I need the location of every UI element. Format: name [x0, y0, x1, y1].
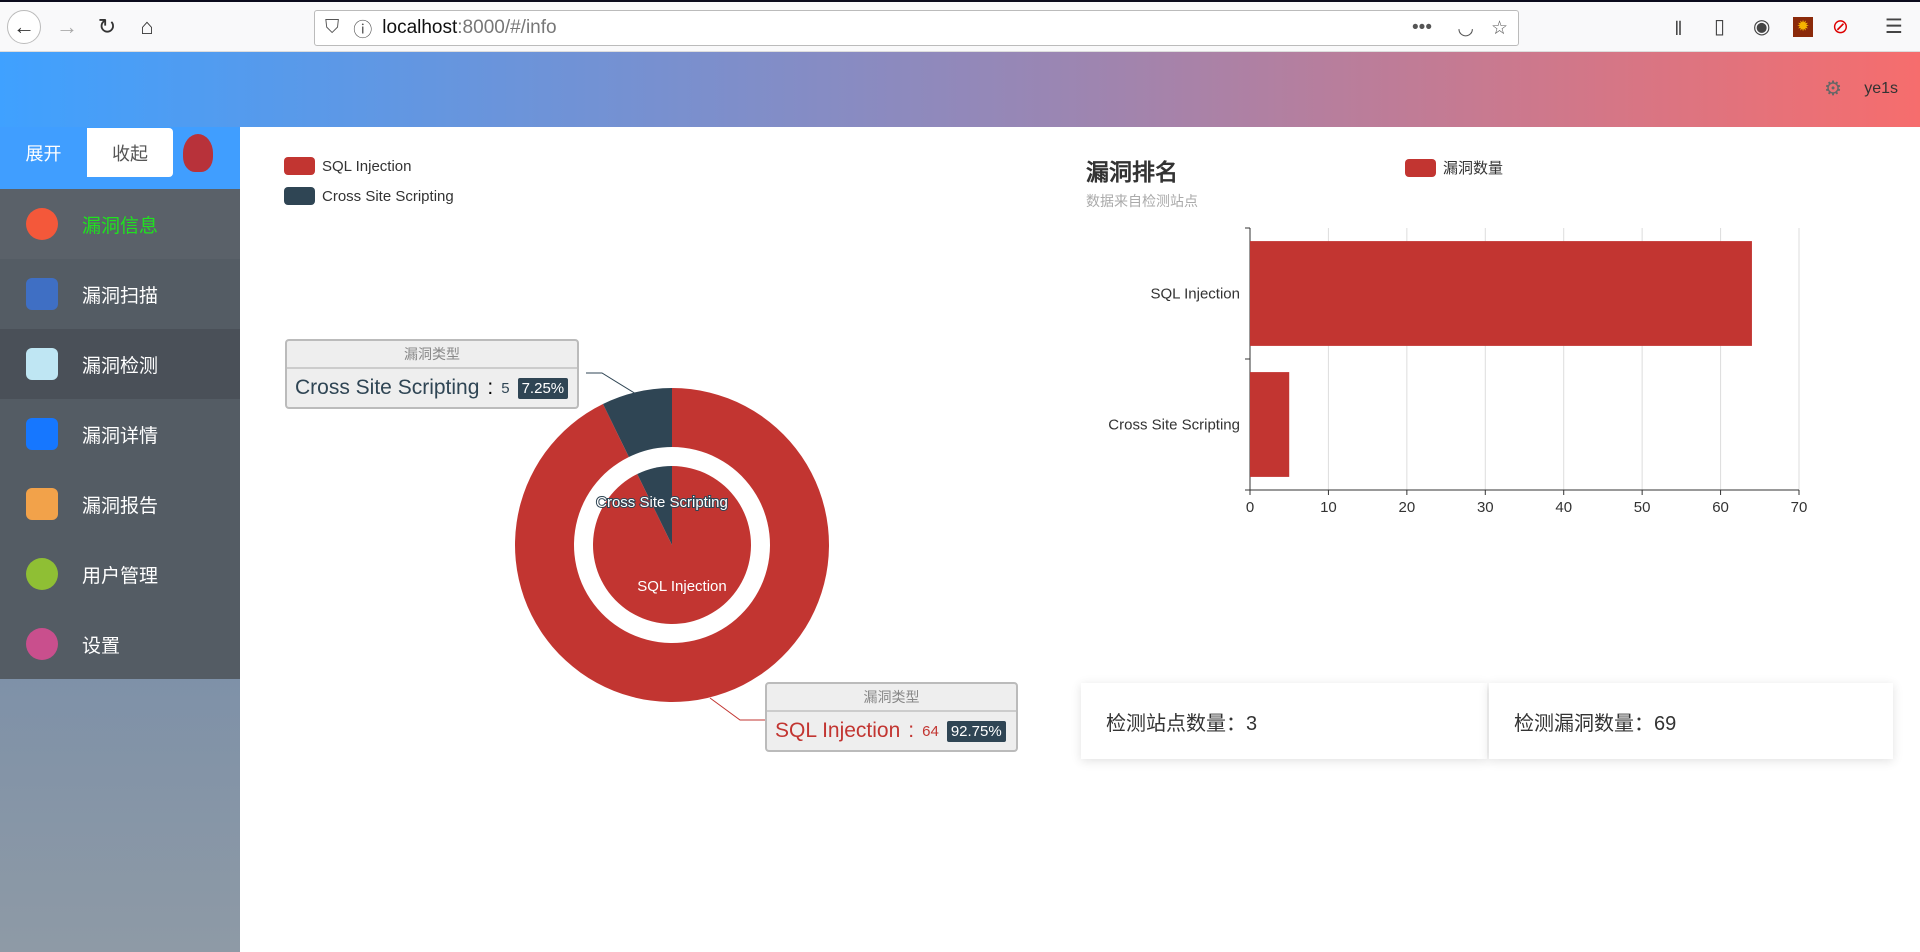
tooltip-title: 漏洞类型 — [287, 341, 577, 369]
tooltip-name: Cross Site Scripting — [295, 376, 480, 399]
tooltip-value: 64 — [922, 722, 939, 740]
legend-label: 漏洞数量 — [1443, 160, 1504, 177]
x-tick-label: 10 — [1320, 499, 1337, 516]
x-tick-label: 50 — [1634, 499, 1651, 516]
y-category-label: Cross Site Scripting — [1108, 417, 1240, 434]
bar-chart: 0 10 20 30 40 50 60 70 SQL Injection Cross Site S… — [1108, 227, 1808, 516]
blocker-extension-icon[interactable]: ⊘ — [1832, 14, 1849, 39]
tooltip-percent: 7.25% — [517, 377, 569, 399]
x-tick-label: 70 — [1791, 499, 1808, 516]
stat-sites: 检测站点数量：3 — [1106, 712, 1258, 735]
account-icon[interactable]: ◉ — [1753, 14, 1770, 39]
bar-cross-site-scripting — [1250, 372, 1290, 477]
more-icon[interactable]: ••• — [1412, 17, 1432, 39]
x-tick-label: 60 — [1712, 499, 1729, 516]
tooltip-percent: 92.75% — [946, 720, 1006, 742]
sidebar-icon[interactable]: ▯ — [1714, 14, 1725, 39]
username[interactable]: ye1s — [1864, 80, 1898, 98]
bar-chart-title: 漏洞排名 — [1086, 159, 1178, 185]
menu-icon[interactable]: ☰ — [1885, 14, 1903, 39]
tooltip-title: 漏洞类型 — [767, 684, 1016, 712]
tooltip-name: SQL Injection — [775, 719, 901, 742]
tooltip-sql: 漏洞类型 SQL Injection:64 92.75% — [765, 682, 1018, 752]
pie-chart: Cross Site Scripting SQL Injection — [515, 372, 830, 721]
star-icon[interactable]: ☆ — [1491, 17, 1508, 40]
x-tick-label: 30 — [1477, 499, 1494, 516]
pocket-icon[interactable]: ◡ — [1457, 17, 1474, 40]
x-tick-label: 0 — [1246, 499, 1254, 516]
bar-sql-injection — [1250, 241, 1752, 346]
library-icon[interactable]: 𝍪 — [1675, 14, 1682, 48]
settings-gear-icon[interactable]: ⚙ — [1824, 76, 1842, 101]
legend-swatch — [1405, 158, 1436, 177]
x-tick-label: 40 — [1555, 499, 1572, 516]
extension-icon[interactable]: ✹ — [1793, 17, 1813, 37]
bar-legend[interactable]: 漏洞数量 — [1405, 157, 1503, 178]
label-line-sql — [709, 697, 765, 721]
x-tick-label: 20 — [1399, 499, 1416, 516]
inner-slice-sql-injection — [593, 465, 752, 624]
inner-label-sql: SQL Injection — [637, 578, 727, 595]
tooltip-xss: 漏洞类型 Cross Site Scripting:5 7.25% — [285, 339, 579, 409]
tooltip-value: 5 — [501, 379, 510, 397]
stat-vulns: 检测漏洞数量：69 — [1514, 712, 1677, 735]
stat-card-sites: 检测站点数量：3 — [1081, 683, 1487, 759]
label-line-xss — [586, 372, 637, 395]
inner-label-xss: Cross Site Scripting — [596, 494, 728, 511]
y-category-label: SQL Injection — [1151, 286, 1241, 303]
stat-card-vulns: 检测漏洞数量：69 — [1489, 683, 1893, 759]
